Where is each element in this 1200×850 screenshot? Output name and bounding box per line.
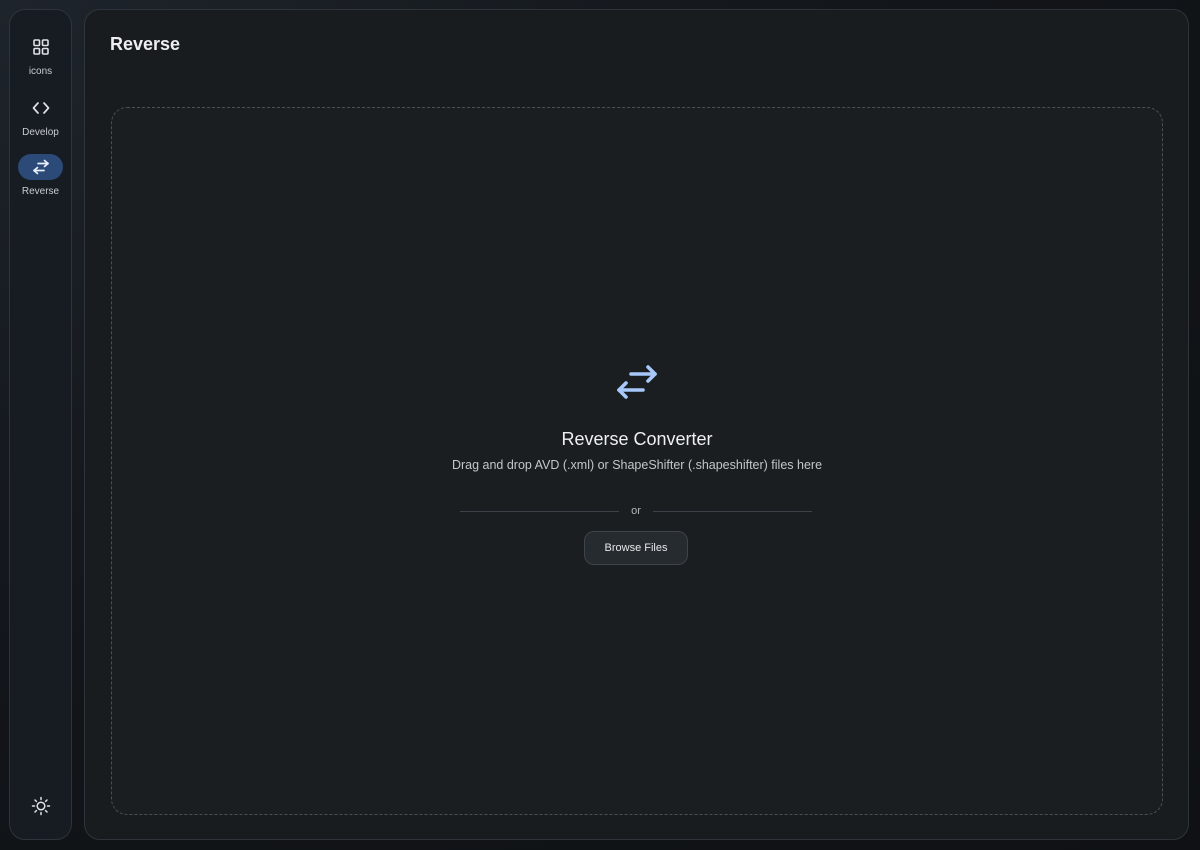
- sidebar-item-label: icons: [28, 66, 53, 77]
- main-panel: Reverse Reverse Converter Drag and drop …: [84, 9, 1189, 840]
- divider-line: [652, 510, 812, 512]
- divider-line: [460, 510, 620, 512]
- nav-pill: [18, 34, 63, 60]
- code-icon: [32, 102, 49, 114]
- sidebar-item-develop[interactable]: Develop: [10, 95, 71, 139]
- sidebar-item-label: Develop: [22, 127, 59, 138]
- grid-icon: [32, 39, 49, 55]
- app-window: icons Develop Reverse Reverse Reverse Co…: [0, 0, 1200, 850]
- divider-text: or: [631, 505, 641, 517]
- browse-files-button[interactable]: Browse Files: [584, 531, 688, 565]
- nav-pill: [18, 95, 63, 121]
- file-dropzone[interactable]: Reverse Converter Drag and drop AVD (.xm…: [111, 107, 1163, 815]
- nav-pill-active: [18, 154, 63, 180]
- dropzone-subtitle: Drag and drop AVD (.xml) or ShapeShifter…: [451, 458, 823, 472]
- sidebar-item-reverse[interactable]: Reverse: [10, 154, 71, 198]
- theme-toggle-button[interactable]: [28, 793, 54, 819]
- page-title: Reverse: [110, 34, 181, 54]
- sidebar-item-icons[interactable]: icons: [10, 34, 71, 78]
- swap-arrows-icon: [617, 365, 657, 399]
- navigation-rail: icons Develop Reverse: [9, 9, 72, 840]
- swap-arrows-icon: [32, 159, 49, 175]
- dropzone-title: Reverse Converter: [561, 429, 713, 449]
- sun-icon: [31, 796, 51, 816]
- or-divider: or: [460, 505, 812, 517]
- sidebar-item-label: Reverse: [21, 186, 60, 197]
